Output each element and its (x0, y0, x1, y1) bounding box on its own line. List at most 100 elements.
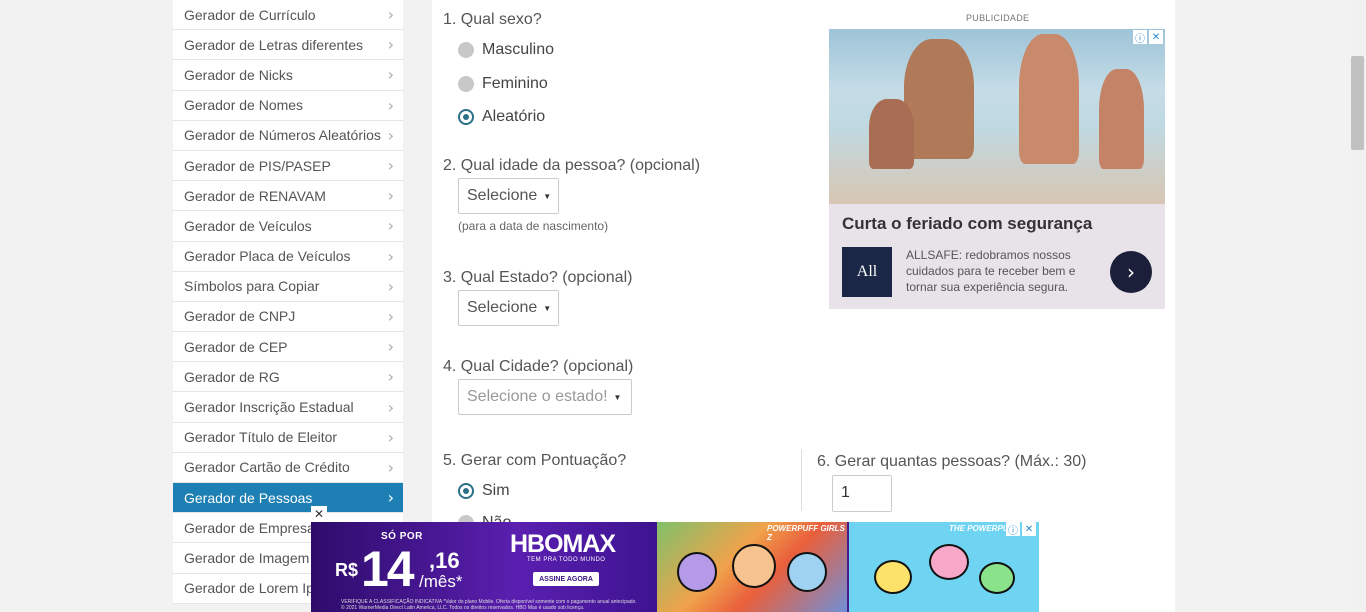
sidebar-item[interactable]: Gerador de RG › (173, 362, 403, 393)
hbomax-banner-ad[interactable]: SÓ POR R$ 14 ,16 /mês* HBOMAX TEM PRA TO… (311, 522, 1039, 612)
radio-feminino[interactable]: Feminino (458, 75, 548, 93)
sidebar-item-label: Gerador de Lorem Ip (184, 580, 314, 597)
subscribe-button[interactable]: ASSINE AGORA (533, 572, 599, 586)
chevron-right-icon: › (387, 457, 394, 477)
banner-cents: ,16 (429, 548, 460, 573)
sidebar-item[interactable]: Gerador Título de Eleitor › (173, 422, 403, 453)
column-divider (801, 449, 802, 511)
sidebar-item-label: Gerador de Pessoas (184, 489, 313, 506)
city-select[interactable]: Selecione o estado! ▼ (458, 379, 632, 415)
sidebar-item-label: Gerador de Números Aleatórios (184, 127, 381, 144)
chevron-right-icon[interactable]: › (1110, 251, 1152, 293)
sidebar-item-label: Gerador de Veículos (184, 217, 312, 234)
state-select[interactable]: Selecione ▼ (458, 290, 559, 326)
question-quantity-label: 6. Gerar quantas pessoas? (Máx.: 30) (817, 453, 1087, 470)
quantity-input[interactable]: 1 (832, 475, 892, 512)
sidebar-item-label: Gerador Placa de Veículos (184, 248, 351, 265)
info-icon[interactable]: ⓘ (1006, 522, 1020, 537)
close-icon[interactable]: ✕ (1022, 522, 1036, 536)
ad-banner[interactable]: ⓘ ✕ Curta o feriado com segurança All AL… (829, 29, 1165, 309)
sidebar-item[interactable]: Gerador Cartão de Crédito › (173, 452, 403, 483)
scrollbar[interactable] (1349, 0, 1366, 612)
radio-label: Masculino (482, 41, 555, 58)
ad-label: PUBLICIDADE (966, 13, 1030, 23)
sidebar-item[interactable]: Gerador de Letras diferentes › (173, 30, 403, 61)
radio-label: Sim (482, 482, 510, 499)
scrollbar-thumb[interactable] (1351, 56, 1364, 150)
banner-fine-print: VERIFIQUE A CLASSIFICAÇÃO INDICATIVA *Va… (341, 599, 637, 611)
sidebar-item[interactable]: Gerador de Pessoas › (173, 483, 403, 514)
sidebar-item[interactable]: Símbolos para Copiar › (173, 271, 403, 302)
radio-button-checked[interactable] (458, 483, 474, 499)
radio-masculino[interactable]: Masculino (458, 41, 554, 59)
chevron-right-icon: › (387, 427, 394, 447)
banner-offer: SÓ POR R$ 14 ,16 /mês* HBOMAX TEM PRA TO… (311, 522, 657, 612)
ad-controls: ⓘ ✕ (1133, 30, 1163, 45)
sidebar-item-label: Gerador Cartão de Crédito (184, 459, 350, 476)
sidebar-item[interactable]: Gerador de PIS/PASEP › (173, 150, 403, 182)
chevron-right-icon: › (387, 156, 394, 176)
chevron-right-icon: › (387, 216, 394, 236)
question-age-label: 2. Qual idade da pessoa? (opcional) (443, 157, 701, 174)
chevron-right-icon: › (387, 276, 394, 296)
sidebar-item-label: Gerador de Nomes (184, 97, 304, 114)
banner-price: 14 (361, 541, 415, 597)
sidebar-item-label: Gerador de Currículo (184, 6, 316, 23)
sidebar-item[interactable]: Gerador de Nomes › (173, 90, 403, 121)
ad-text: ALLSAFE: redobramos nossos cuidados para… (906, 248, 1076, 294)
radio-label: Feminino (482, 75, 548, 92)
sidebar-item[interactable]: Gerador de Números Aleatórios › (173, 120, 403, 151)
sidebar-item[interactable]: Gerador de CEP › (173, 332, 403, 363)
show-title: POWERPUFF GIRLS Z (767, 524, 845, 542)
ad-title: Curta o feriado com segurança (842, 214, 1093, 233)
caret-down-icon: ▼ (613, 392, 622, 402)
banner-controls: ⓘ ✕ (1006, 522, 1036, 537)
radio-button-checked[interactable] (458, 109, 474, 125)
sidebar-item-label: Gerador de RG (184, 368, 280, 385)
sidebar-item[interactable]: Gerador de CNPJ › (173, 301, 403, 333)
sidebar-item[interactable]: Gerador de Currículo › (173, 0, 403, 31)
chevron-right-icon: › (387, 125, 394, 145)
chevron-right-icon: › (387, 306, 394, 326)
sidebar-item[interactable]: Gerador de Veículos › (173, 211, 403, 242)
age-select[interactable]: Selecione ▼ (458, 178, 559, 214)
select-value: Selecione (467, 299, 538, 316)
caret-down-icon: ▼ (543, 191, 552, 201)
select-value: Selecione (467, 187, 538, 204)
banner-currency: R$ (335, 560, 359, 580)
banner-per-month: /mês* (419, 572, 463, 591)
sidebar-item[interactable]: Gerador de RENAVAM › (173, 181, 403, 212)
radio-sim[interactable]: Sim (458, 482, 510, 500)
sidebar-item[interactable]: Gerador Placa de Veículos › (173, 241, 403, 272)
hbomax-logo: HBOMAX (510, 530, 616, 558)
sidebar-item-label: Gerador de Nicks (184, 66, 293, 83)
radio-aleatorio[interactable]: Aleatório (458, 108, 545, 126)
radio-button[interactable] (458, 76, 474, 92)
chevron-right-icon: › (387, 397, 394, 417)
radio-label: Aleatório (482, 108, 546, 125)
chevron-right-icon: › (387, 95, 394, 115)
age-hint: (para a data de nascimento) (458, 219, 609, 233)
chevron-right-icon: › (387, 337, 394, 357)
caret-down-icon: ▼ (543, 303, 552, 313)
banner-image-powerpuff-z: POWERPUFF GIRLS Z (657, 522, 847, 612)
radio-button[interactable] (458, 42, 474, 58)
select-value: Selecione o estado! (467, 388, 608, 405)
sidebar-item-label: Gerador Título de Eleitor (184, 429, 338, 446)
question-city-label: 4. Qual Cidade? (opcional) (443, 358, 634, 375)
banner-tagline: TEM PRA TODO MUNDO (527, 557, 606, 563)
sidebar-item[interactable]: Gerador de Nicks › (173, 60, 403, 91)
info-icon[interactable]: ⓘ (1133, 30, 1147, 45)
chevron-right-icon: › (387, 5, 394, 25)
ad-photo (829, 29, 1165, 204)
question-punctuation-label: 5. Gerar com Pontuação? (443, 452, 627, 469)
chevron-right-icon: › (387, 367, 394, 387)
sidebar-item[interactable]: Gerador Inscrição Estadual › (173, 392, 403, 423)
close-icon[interactable]: ✕ (1149, 30, 1163, 44)
chevron-right-icon: › (387, 488, 394, 508)
chevron-right-icon: › (387, 35, 394, 55)
close-icon[interactable]: ✕ (311, 506, 327, 522)
sidebar-item-label: Gerador de Letras diferentes (184, 36, 363, 53)
chevron-right-icon: › (387, 246, 394, 266)
sidebar-item-label: Gerador de RENAVAM (184, 187, 326, 204)
